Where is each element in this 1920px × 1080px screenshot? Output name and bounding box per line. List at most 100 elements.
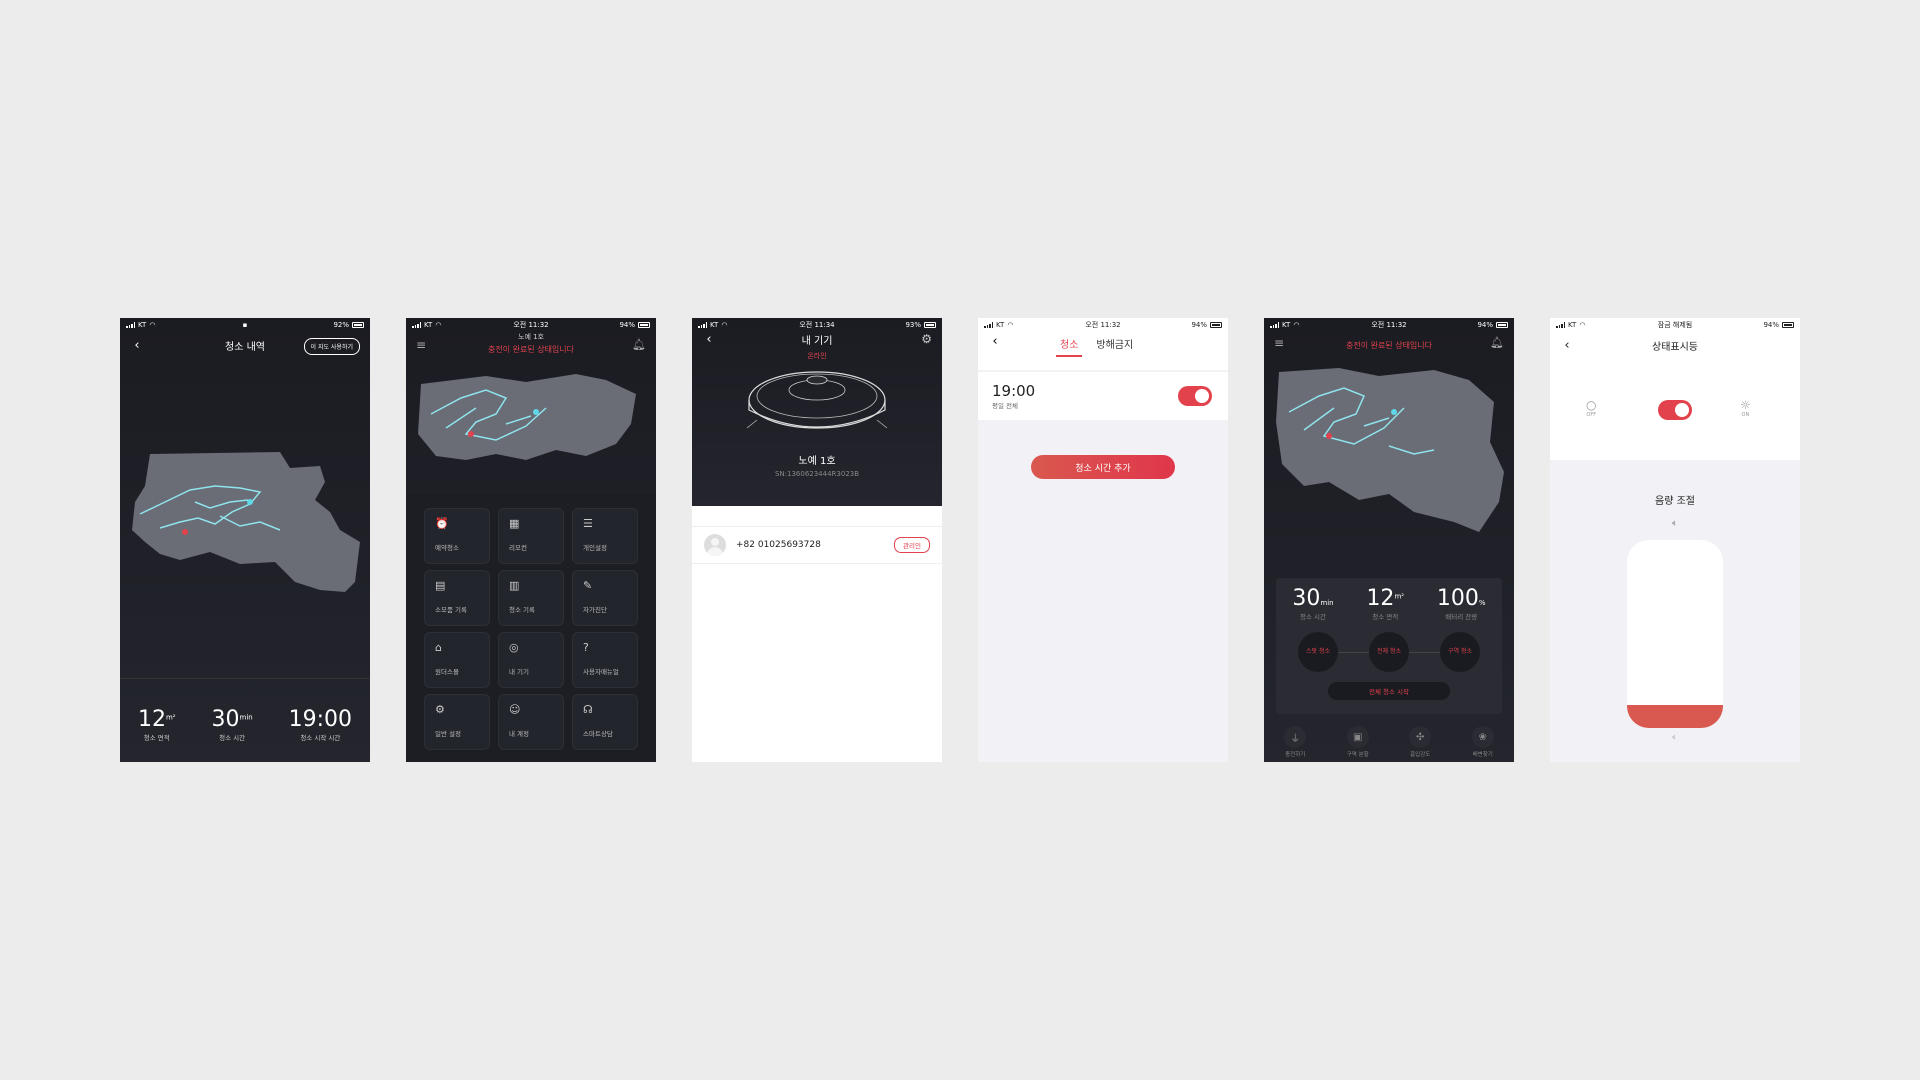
off-label: OFF [1586,412,1597,418]
wifi-icon: ◠ [1579,321,1586,329]
area-icon: ▣ [1346,726,1369,748]
clipboard-icon: ▥ [509,579,520,592]
nav-item[interactable]: ⏚ 충전하기 [1284,726,1307,758]
menu-button[interactable]: ▤ 소모품 기록 [424,570,490,626]
menu-icon[interactable]: ≡ [416,338,426,352]
menu-label: 리모컨 [509,544,527,552]
status-bar: KT ◠ 오전 11:32 94% [978,318,1228,332]
bell-icon[interactable]: 🔔︎ [632,338,646,351]
signal-icon [1270,322,1279,328]
nav-label: 흡입강도 [1410,752,1431,758]
menu-button[interactable]: ☊ 스마트상담 [572,694,638,750]
start-clean-button[interactable]: 전체 청소 시작 [1328,682,1450,700]
back-button[interactable]: ‹ [988,334,1002,349]
volume-level-fill [1627,705,1723,728]
menu-button[interactable]: ☰ 개인설정 [572,508,638,564]
carrier-label: KT [138,321,147,329]
spot-clean-button[interactable]: 스팟 청소 [1298,632,1338,672]
menu-label: 내 계정 [509,730,530,738]
screen-schedule: KT ◠ 오전 11:32 94% ‹ 청소 방해금지 19:00 평일 전체 청… [978,318,1228,762]
area-clean-button[interactable]: 구역 청소 [1440,632,1480,672]
stat-value: 30 [211,707,240,732]
stat-value: 100 [1436,586,1479,611]
user-icon: ☺ [509,703,521,716]
wifi-icon: ◠ [721,321,728,329]
cleaning-map [418,374,636,460]
add-schedule-button[interactable]: 청소 시간 추가 [1031,455,1175,479]
menu-button[interactable]: ? 사용자매뉴얼 [572,632,638,688]
nav-item[interactable]: ❀ 배변찾기 [1471,726,1494,758]
help-icon: ? [583,641,589,654]
battery-icon [638,322,650,328]
menu-button[interactable]: ◎ 내 기기 [498,632,564,688]
schedule-item[interactable]: 19:00 평일 전체 [978,372,1228,420]
menu-button[interactable]: ⏰ 예약청소 [424,508,490,564]
back-button[interactable]: ‹ [1560,338,1574,353]
menu-button[interactable]: ☺ 내 계정 [498,694,564,750]
stat-unit: m² [1394,592,1405,601]
battery-percent: 93% [905,321,921,329]
tab-cleaning[interactable]: 청소 [1056,336,1083,357]
map-area [1276,368,1504,532]
robot-marker [247,499,253,505]
menu-button[interactable]: ▥ 청소 기록 [498,570,564,626]
stat-label: 청소 면적 [143,734,170,742]
tab-do-not-disturb[interactable]: 방해금지 [1096,336,1133,357]
stat-label: 청소 시간 [219,734,246,742]
stat-label: 청소 면적 [1372,613,1399,621]
top-area: KT ◠ 잠금 해제됨 94% ‹ 상태표시등 ○ OFF ☼ ON [1550,318,1800,460]
stat-battery: 100% 배터리 잔량 [1437,586,1486,621]
menu-button[interactable]: ⌂ 원더스몰 [424,632,490,688]
page-title: 내 기기 [801,336,833,347]
schedule-toggle[interactable] [1178,386,1212,406]
cleaning-map [1276,368,1504,532]
menu-button[interactable]: ▦ 리모컨 [498,508,564,564]
back-button[interactable]: ‹ [702,332,716,347]
phone-number: +82 01025693728 [736,540,821,550]
settings-gear-icon[interactable]: ⚙ [921,332,932,346]
bell-icon[interactable]: 🔔︎ [1490,336,1504,349]
light-on-option: ☼ ON [1740,398,1751,418]
status-light-toggle[interactable] [1658,400,1692,420]
battery-icon [924,322,936,328]
status-bar: KT ◠ ▪ 92% [120,318,370,332]
stat-unit: min [239,713,253,722]
tab-bar: 청소 방해금지 [1056,336,1133,357]
menu-button[interactable]: ✎ 자가진단 [572,570,638,626]
online-status: 온라인 [807,352,827,360]
stat-value: 12 [1366,586,1395,611]
page-title: 청소 내역 [225,341,265,353]
full-clean-button[interactable]: 전체 청소 [1369,632,1409,672]
carrier-label: KT [1568,321,1577,329]
remote-icon: ▦ [509,517,520,530]
stat-label: 청소 시간 [1300,613,1326,621]
use-map-button[interactable]: 이 지도 사용하기 [303,338,360,355]
gear-icon: ⚙ [435,703,445,716]
charge-status: 충전이 완료된 상태입니다 [1345,341,1433,350]
nav-item[interactable]: ▣ 구역 분할 [1346,726,1369,758]
stat-unit: % [1478,599,1486,607]
speaker-loud-icon: 🔈︎ [1672,518,1678,529]
nav-item[interactable]: ✣ 흡입강도 [1409,726,1432,758]
menu-label: 원더스몰 [435,668,459,676]
stat-value: 30 [1292,586,1321,611]
volume-slider[interactable] [1627,540,1723,728]
screen-cleaning-history: KT ◠ ▪ 92% ‹ 청소 내역 이 지도 사용하기 12m² 청소 면적 3… [120,318,370,762]
headset-icon: ☊ [583,703,593,716]
device-name: 노예 1호 [798,456,836,467]
nav-label: 구역 분할 [1346,752,1369,758]
menu-label: 스마트상담 [583,730,613,738]
wifi-icon: ◠ [435,321,442,329]
menu-button[interactable]: ⚙ 일반 설정 [424,694,490,750]
battery-icon [352,322,364,328]
menu-icon[interactable]: ≡ [1274,336,1284,350]
battery-percent: 94% [1763,321,1779,329]
stat-unit: m² [165,713,176,722]
back-button[interactable]: ‹ [130,338,144,353]
screen-dashboard: KT ◠ 오전 11:32 94% ≡ 충전이 완료된 상태입니다 🔔︎ 30mi… [1264,318,1514,762]
signal-icon [126,322,135,328]
carrier-label: KT [424,321,433,329]
signal-icon [1556,322,1565,328]
signal-icon [984,322,993,328]
user-row[interactable]: +82 01025693728 관리인 [692,526,942,564]
